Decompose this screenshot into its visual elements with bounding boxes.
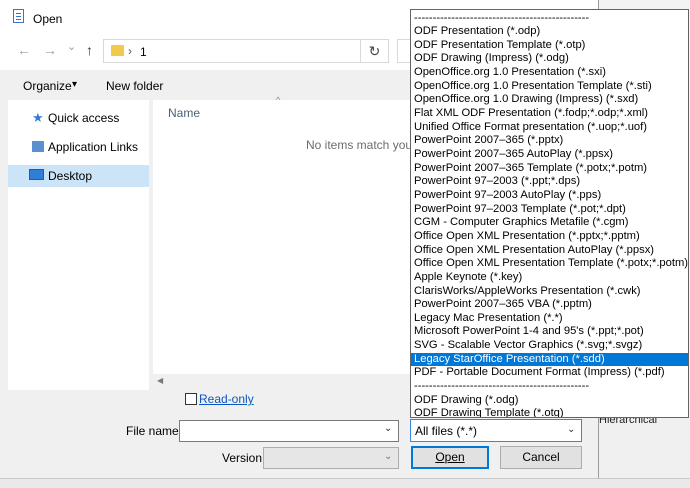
version-label: Version: xyxy=(222,451,266,465)
open-button-label: Open xyxy=(435,450,465,464)
dropdown-separator: ----------------------------------------… xyxy=(414,380,590,393)
file-type-value: All files (*.*) xyxy=(415,424,478,438)
search-box[interactable] xyxy=(397,39,411,63)
dropdown-option[interactable]: PowerPoint 97–2003 (*.ppt;*.dps) xyxy=(411,175,688,189)
dropdown-option[interactable]: Legacy StarOffice Presentation (*.sdd) xyxy=(411,352,688,367)
dropdown-option[interactable]: Microsoft PowerPoint 1-4 and 95's (*.ppt… xyxy=(411,325,688,339)
open-button[interactable]: Open xyxy=(411,446,489,469)
dropdown-option[interactable]: Office Open XML Presentation AutoPlay (*… xyxy=(411,244,688,258)
forward-arrow-icon[interactable]: → xyxy=(43,42,57,58)
sidebar-item-label: Application Links xyxy=(48,140,139,154)
dropdown-option[interactable]: ODF Drawing Template (*.otg) xyxy=(411,407,688,417)
file-name-chevron-icon[interactable]: ⌄ xyxy=(384,423,392,434)
version-chevron-icon: ⌄ xyxy=(384,451,393,462)
empty-message: No items match your xyxy=(306,138,417,152)
dropdown-option[interactable]: Legacy Mac Presentation (*.*) xyxy=(411,312,688,326)
sidebar-item-label: Desktop xyxy=(48,169,93,183)
dropdown-option[interactable]: SVG - Scalable Vector Graphics (*.svg;*.… xyxy=(411,339,688,353)
dropdown-option[interactable]: ODF Drawing (*.odg) xyxy=(411,394,688,408)
organize-chevron-icon[interactable]: ▾ xyxy=(72,79,77,90)
file-name-label: File name: xyxy=(126,424,183,438)
column-header-name[interactable]: Name xyxy=(168,106,200,120)
document-icon xyxy=(13,9,24,23)
up-folder-arrow-icon[interactable]: ↑ xyxy=(86,42,93,58)
horizontal-scrollbar[interactable] xyxy=(153,374,411,388)
recent-locations-chevron-icon[interactable]: ⌄ xyxy=(67,40,76,53)
window-title: Open xyxy=(33,12,63,26)
dropdown-option[interactable]: ODF Drawing (Impress) (*.odg) xyxy=(411,52,688,66)
dropdown-option[interactable]: Office Open XML Presentation (*.pptx;*.p… xyxy=(411,230,688,244)
sidebar-item-label: Quick access xyxy=(48,111,120,125)
breadcrumb-folder[interactable]: 1 xyxy=(140,45,147,59)
dropdown-option[interactable]: PDF - Portable Document Format (Impress)… xyxy=(411,366,688,380)
dropdown-option[interactable]: PowerPoint 2007–365 Template (*.potx;*.p… xyxy=(411,162,688,176)
read-only-checkbox[interactable] xyxy=(185,393,197,405)
dropdown-separator: ----------------------------------------… xyxy=(414,11,590,24)
dropdown-option[interactable]: OpenOffice.org 1.0 Presentation Template… xyxy=(411,80,688,94)
dropdown-option[interactable]: Apple Keynote (*.key) xyxy=(411,271,688,285)
read-only-label[interactable]: Read-only xyxy=(199,392,254,406)
dropdown-option[interactable]: Office Open XML Presentation Template (*… xyxy=(411,257,688,271)
dropdown-option[interactable]: PowerPoint 2007–365 (*.pptx) xyxy=(411,134,688,148)
new-folder-button[interactable]: New folder xyxy=(106,79,163,93)
dropdown-option[interactable]: PowerPoint 97–2003 AutoPlay (*.pps) xyxy=(411,189,688,203)
dropdown-option[interactable]: PowerPoint 2007–365 AutoPlay (*.ppsx) xyxy=(411,148,688,162)
dropdown-option[interactable]: Unified Office Format presentation (*.uo… xyxy=(411,121,688,135)
app-links-icon xyxy=(32,141,44,152)
dropdown-option[interactable]: ODF Presentation (*.odp) xyxy=(411,25,688,39)
breadcrumb-separator: › xyxy=(128,44,132,58)
version-select xyxy=(263,447,399,469)
dropdown-option[interactable]: ClarisWorks/AppleWorks Presentation (*.c… xyxy=(411,285,688,299)
file-type-dropdown-list[interactable]: ----------------------------------------… xyxy=(410,9,689,418)
dropdown-option[interactable]: OpenOffice.org 1.0 Presentation (*.sxi) xyxy=(411,66,688,80)
file-name-input[interactable] xyxy=(179,420,399,442)
file-type-chevron-icon[interactable]: ⌄ xyxy=(567,424,575,435)
dropdown-option[interactable]: PowerPoint 97–2003 Template (*.pot;*.dpt… xyxy=(411,203,688,217)
sidebar-item-application-links[interactable]: Application Links xyxy=(8,136,149,158)
cancel-button[interactable]: Cancel xyxy=(500,446,582,469)
dropdown-option[interactable]: Flat XML ODF Presentation (*.fodp;*.odp;… xyxy=(411,107,688,121)
sidebar-item-quick-access[interactable]: ★ Quick access xyxy=(8,107,149,129)
dropdown-option[interactable]: PowerPoint 2007–365 VBA (*.pptm) xyxy=(411,298,688,312)
dropdown-option[interactable]: CGM - Computer Graphics Metafile (*.cgm) xyxy=(411,216,688,230)
scroll-left-icon[interactable]: ◀ xyxy=(157,374,163,388)
back-arrow-icon[interactable]: ← xyxy=(17,42,31,58)
dropdown-option[interactable]: OpenOffice.org 1.0 Drawing (Impress) (*.… xyxy=(411,93,688,107)
sidebar-item-desktop[interactable]: Desktop xyxy=(8,165,149,187)
desktop-icon xyxy=(29,169,44,180)
dropdown-option[interactable]: ODF Presentation Template (*.otp) xyxy=(411,39,688,53)
star-icon: ★ xyxy=(32,110,44,125)
refresh-icon[interactable]: ↻ xyxy=(361,39,389,63)
sort-indicator-icon: ^ xyxy=(276,95,281,105)
folder-icon xyxy=(111,45,124,56)
organize-button[interactable]: Organize xyxy=(23,79,72,93)
